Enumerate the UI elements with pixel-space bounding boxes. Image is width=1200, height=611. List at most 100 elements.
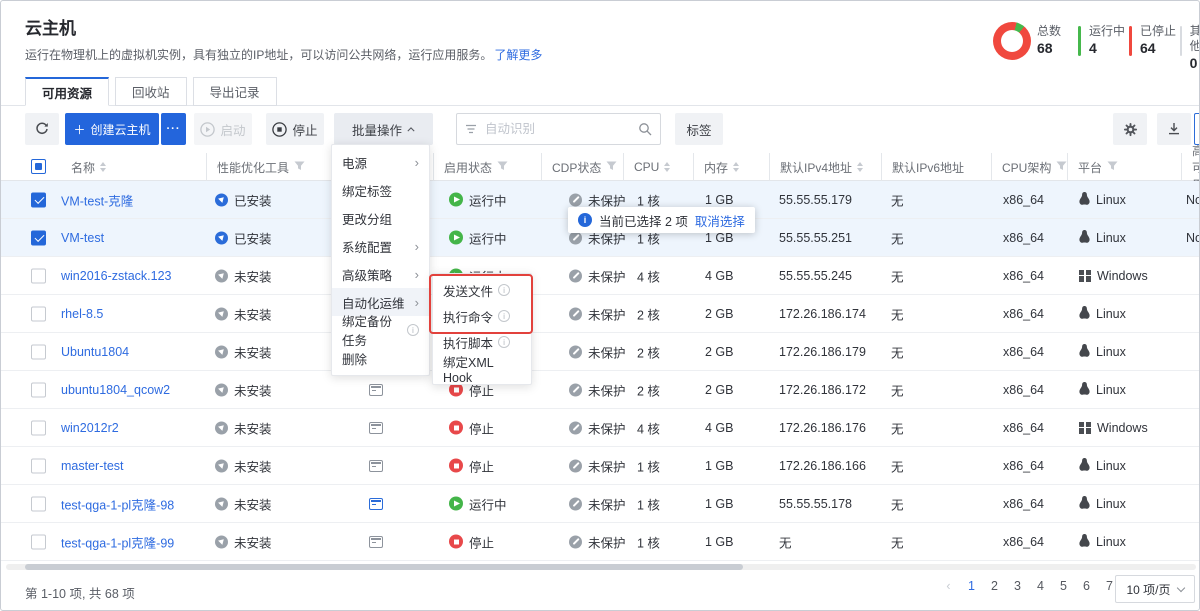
vm-name-link[interactable]: VM-test-克隆 <box>61 190 133 209</box>
ha-value: None <box>1186 231 1200 245</box>
row-checkbox[interactable] <box>31 382 46 397</box>
perf-tool-label: 未安装 <box>234 266 272 285</box>
cdp-status-icon <box>569 383 582 396</box>
cell-ipv4: 172.26.186.174 <box>779 307 866 321</box>
column-header-arch[interactable]: CPU架构 <box>991 153 1067 181</box>
filter-funnel-icon[interactable] <box>606 160 617 174</box>
menu-item-change-group[interactable]: 更改分组 <box>332 204 429 232</box>
menu-item-bind-tag[interactable]: 绑定标签 <box>332 176 429 204</box>
row-checkbox[interactable] <box>31 420 46 435</box>
column-header-cpu[interactable]: CPU <box>623 153 670 181</box>
vm-name-link[interactable]: test-qga-1-pl克隆-99 <box>61 532 174 551</box>
batch-actions-button[interactable]: 批量操作 <box>334 113 433 145</box>
search-input[interactable] <box>483 121 632 137</box>
column-label: 默认IPv4地址 <box>780 159 852 176</box>
select-all-checkbox[interactable] <box>31 159 46 174</box>
console-icon[interactable] <box>369 384 383 396</box>
sort-icon[interactable] <box>857 162 863 172</box>
row-checkbox[interactable] <box>31 268 46 283</box>
submenu-item-bind-xml-hook[interactable]: 绑定XML Hook <box>433 355 531 381</box>
chevron-right-icon: › <box>415 268 419 281</box>
menu-item-system-config[interactable]: 系统配置› <box>332 232 429 260</box>
menu-item-advanced-policy[interactable]: 高级策略› <box>332 260 429 288</box>
submenu-item-run-command[interactable]: 执行命令i <box>433 303 531 329</box>
console-icon[interactable] <box>369 498 383 510</box>
cell-arch-value: x86_64 <box>1003 307 1044 321</box>
row-checkbox[interactable] <box>31 344 46 359</box>
vm-name-link[interactable]: VM-test <box>61 231 104 245</box>
column-header-ipv4[interactable]: 默认IPv4地址 <box>769 153 863 181</box>
vm-name-link[interactable]: test-qga-1-pl克隆-98 <box>61 494 174 513</box>
filter-lines-icon <box>465 124 477 134</box>
page-number-6[interactable]: 6 <box>1079 579 1094 593</box>
filter-funnel-icon[interactable] <box>294 160 305 174</box>
sort-icon[interactable] <box>733 162 739 172</box>
page-number-1[interactable]: 1 <box>964 579 979 593</box>
cell-status: 停止 <box>449 456 494 475</box>
filter-funnel-icon[interactable] <box>1107 160 1118 174</box>
tab-available[interactable]: 可用资源 <box>25 77 109 106</box>
learn-more-link[interactable]: 了解更多 <box>494 48 542 62</box>
column-header-status[interactable]: 启用状态 <box>433 153 508 181</box>
filter-funnel-icon[interactable] <box>497 160 508 174</box>
filter-funnel-icon[interactable] <box>1056 160 1067 174</box>
row-checkbox[interactable] <box>31 306 46 321</box>
tag-button[interactable]: 标签 <box>675 113 723 145</box>
row-checkbox[interactable] <box>31 458 46 473</box>
export-button[interactable] <box>1157 113 1191 145</box>
column-header-mem[interactable]: 内存 <box>693 153 739 181</box>
chevron-right-icon: › <box>415 156 419 169</box>
column-header-platform[interactable]: 平台 <box>1067 153 1118 181</box>
row-checkbox[interactable] <box>31 192 46 207</box>
perf-tool-icon <box>215 421 228 434</box>
deselect-link[interactable]: 取消选择 <box>695 211 745 230</box>
cell-arch-value: x86_64 <box>1003 459 1044 473</box>
cell-status: 停止 <box>449 532 494 551</box>
vm-name-link[interactable]: rhel-8.5 <box>61 307 103 321</box>
vm-name-link[interactable]: Ubuntu1804 <box>61 345 129 359</box>
scrollbar-thumb[interactable] <box>25 564 743 570</box>
vm-name-link[interactable]: win2012r2 <box>61 421 119 435</box>
cdp-label: 未保护 <box>588 418 626 437</box>
stat-stopped: 已停止 64 <box>1129 24 1176 57</box>
cell-cpu: 1 核 <box>637 532 660 551</box>
column-header-perf[interactable]: 性能优化工具 <box>206 153 305 181</box>
submenu-item-send-file[interactable]: 发送文件i <box>433 277 531 303</box>
page-number-3[interactable]: 3 <box>1010 579 1025 593</box>
running-indicator-bar <box>1078 26 1081 56</box>
more-actions-button[interactable]: ··· <box>161 113 186 145</box>
cell-cb <box>31 230 46 245</box>
page-size-select[interactable]: 10 项/页 <box>1115 575 1195 603</box>
console-icon[interactable] <box>369 536 383 548</box>
vm-name-link[interactable]: ubuntu1804_qcow2 <box>61 383 170 397</box>
row-checkbox[interactable] <box>31 534 46 549</box>
stop-button[interactable]: 停止 <box>266 113 324 145</box>
vm-name-link[interactable]: win2016-zstack.123 <box>61 269 171 283</box>
sort-icon[interactable] <box>100 162 106 172</box>
status-label: 运行中 <box>469 494 507 513</box>
row-checkbox[interactable] <box>31 230 46 245</box>
row-checkbox[interactable] <box>31 496 46 511</box>
cell-ipv6: 无 <box>891 342 904 361</box>
tab-export[interactable]: 导出记录 <box>193 77 277 106</box>
search-icon[interactable] <box>638 122 652 136</box>
vm-name-link[interactable]: master-test <box>61 459 124 473</box>
page-number-2[interactable]: 2 <box>987 579 1002 593</box>
refresh-button[interactable] <box>25 113 59 145</box>
console-icon[interactable] <box>369 460 383 472</box>
sort-icon[interactable] <box>664 162 670 172</box>
settings-button[interactable] <box>1113 113 1147 145</box>
cell-cb <box>31 420 46 435</box>
view-toggle-button[interactable] <box>1194 113 1200 145</box>
page-number-4[interactable]: 4 <box>1033 579 1048 593</box>
page-number-5[interactable]: 5 <box>1056 579 1071 593</box>
column-header-ha[interactable]: 高可用 <box>1181 153 1200 181</box>
column-header-name[interactable]: 名称 <box>61 153 106 181</box>
console-icon[interactable] <box>369 422 383 434</box>
menu-item-bind-backup-task[interactable]: 绑定备份任务i <box>332 316 429 344</box>
menu-item-power[interactable]: 电源› <box>332 148 429 176</box>
create-vm-button[interactable]: ＋创建云主机 <box>65 113 159 145</box>
column-header-cdp[interactable]: CDP状态 <box>541 153 617 181</box>
column-header-ipv6[interactable]: 默认IPv6地址 <box>881 153 964 181</box>
tab-recycle[interactable]: 回收站 <box>115 77 187 106</box>
